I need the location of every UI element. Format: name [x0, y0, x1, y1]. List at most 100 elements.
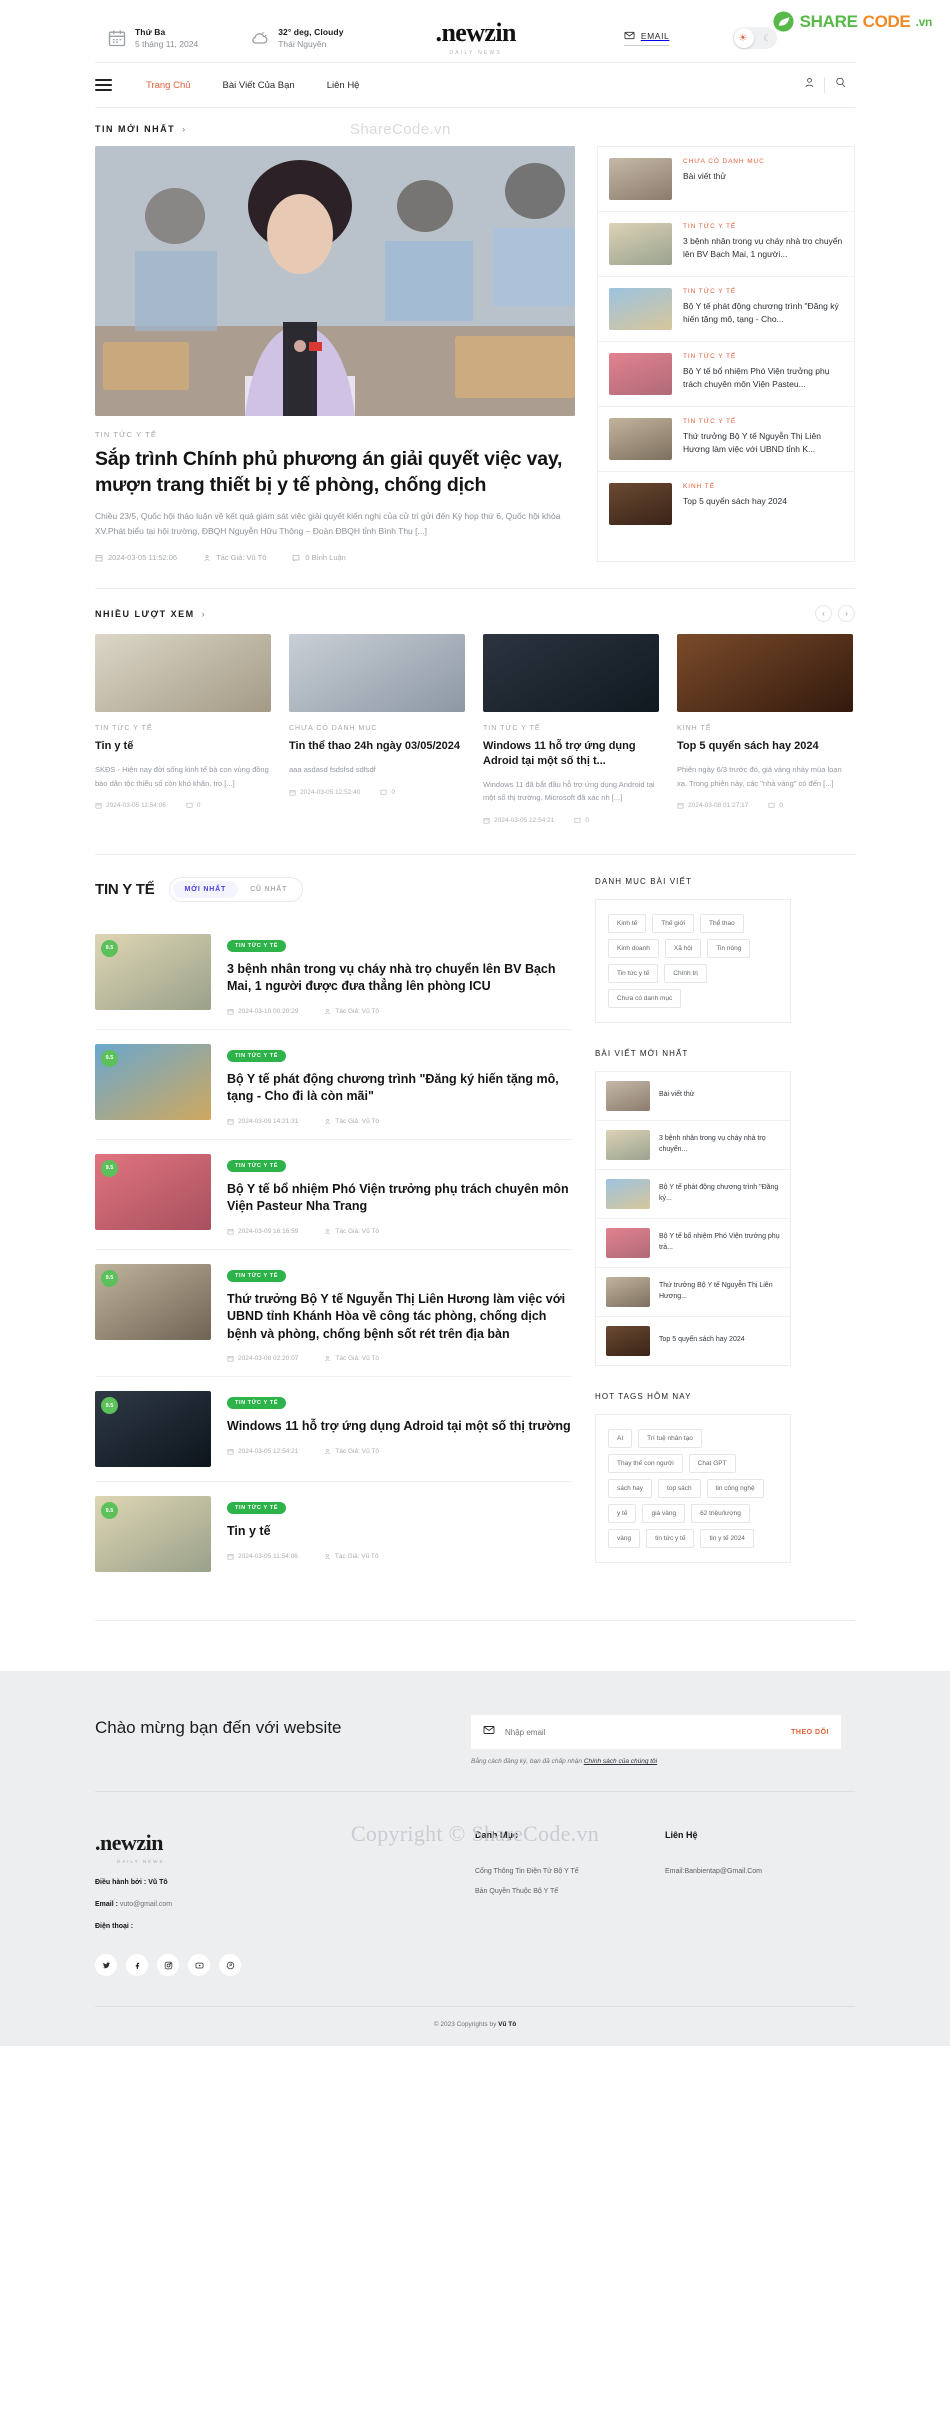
hero-article[interactable]: TIN TỨC Y TẾ Sắp trình Chính phủ phương … [95, 146, 575, 562]
sharecode-vn-text: .vn [915, 14, 933, 29]
card-date: 2024-03-05 12:52:40 [289, 789, 360, 796]
search-icon[interactable] [825, 76, 855, 94]
email-link[interactable]: EMAIL [623, 30, 670, 46]
chip-category[interactable]: Kinh tế [608, 913, 647, 933]
card[interactable]: KINH TẾ Top 5 quyển sách hay 2024 Phiên … [677, 634, 853, 824]
chip-tag[interactable]: giá vàng [642, 1503, 686, 1523]
status-badge: TIN TỨC Y TẾ [227, 1397, 287, 1410]
chevron-right-icon[interactable]: › [202, 609, 205, 619]
chip-tag[interactable]: tin công nghệ [706, 1478, 764, 1498]
sharecode-code-text: CODE [862, 11, 911, 31]
table-row[interactable]: 9.5 TIN TỨC Y TẾ Bộ Y tế phát động chươn… [95, 1030, 571, 1140]
article-thumbnail: 9.5 [95, 1263, 211, 1340]
list-item[interactable]: CHƯA CÓ DANH MỤC Bài viết thử [598, 147, 854, 212]
chip-tag[interactable]: 62 triệu/lượng [691, 1503, 750, 1523]
table-row[interactable]: 9.5 TIN TỨC Y TẾ Thứ trưởng Bộ Y tế Nguy… [95, 1250, 571, 1378]
nav-item-home[interactable]: Trang Chủ [146, 80, 191, 91]
facebook-icon[interactable] [126, 1954, 148, 1977]
cloud-icon [250, 28, 270, 48]
chip-category[interactable]: Xã hội [664, 938, 702, 958]
chip-category[interactable]: Thể thao [700, 913, 744, 933]
tab-oldest[interactable]: CŨ NHẤT [238, 881, 299, 898]
thumbnail [606, 1227, 650, 1258]
chip-category[interactable]: Thế giới [652, 913, 695, 933]
section-title-popular: NHIỀU LƯỢT XEM [95, 608, 195, 619]
chip-tag[interactable]: Thay thế con người [608, 1453, 683, 1473]
email-input[interactable] [505, 1727, 792, 1737]
list-item-title: Top 5 quyển sách hay 2024 [659, 1336, 745, 1344]
chip-tag[interactable]: Chat GPT [688, 1453, 736, 1473]
instagram-icon[interactable] [157, 1954, 179, 1977]
hero-title[interactable]: Sắp trình Chính phủ phương án giải quyết… [95, 447, 575, 498]
menu-icon[interactable] [95, 79, 112, 91]
chip-tag[interactable]: sách hay [608, 1478, 653, 1498]
table-row[interactable]: 9.5 TIN TỨC Y TẾ Tin y tế 2024-03-05 11:… [95, 1482, 571, 1586]
score-badge: 9.5 [101, 1159, 118, 1177]
top-bar: Thứ Ba 5 tháng 11, 2024 32° deg, Cloudy … [95, 0, 855, 62]
user-icon[interactable] [794, 76, 824, 94]
chip-tag[interactable]: Trí tuệ nhân tạo [638, 1428, 702, 1448]
list-item[interactable]: KINH TẾ Top 5 quyển sách hay 2024 [598, 472, 854, 536]
hero-author: Tác Giả: Vũ Tô [203, 553, 266, 562]
pinterest-icon[interactable] [219, 1954, 241, 1977]
health-section: TIN Y TẾ MỚI NHẤT CŨ NHẤT 9.5 TIN TỨC Y … [95, 855, 855, 1587]
chevron-right-icon[interactable]: › [182, 124, 185, 134]
chip-category[interactable]: Chính trị [664, 963, 707, 983]
list-item[interactable]: TIN TỨC Y TẾ Bộ Y tế bổ nhiệm Phó Viện t… [598, 342, 854, 407]
article-date: 2024-03-10 00:20:29 [227, 1008, 298, 1015]
carousel-next-button[interactable]: › [838, 605, 855, 623]
nav-item-your-posts[interactable]: Bài Viết Của Bạn [223, 80, 295, 91]
thumbnail [609, 158, 672, 200]
chip-category[interactable]: Tin tức y tế [608, 963, 659, 983]
table-row[interactable]: 9.5 TIN TỨC Y TẾ Windows 11 hỗ trợ ứng d… [95, 1377, 571, 1483]
email-label: EMAIL [640, 30, 670, 41]
twitter-icon[interactable] [95, 1954, 117, 1977]
section-header-latest: TIN MỚI NHẤT › ShareCode.vn [95, 108, 855, 146]
chip-tag[interactable]: top sách [658, 1478, 701, 1498]
carousel-prev-button[interactable]: ‹ [815, 605, 832, 623]
list-item[interactable]: 3 bệnh nhân trong vụ cháy nhà trọ chuyển… [596, 1119, 790, 1169]
footer-link[interactable]: Cổng Thông Tin Điện Tử Bộ Y Tế [475, 1868, 665, 1875]
chip-tag[interactable]: y tế [608, 1503, 637, 1523]
hero-excerpt: Chiều 23/5, Quốc hội thảo luận về kết qu… [95, 511, 561, 537]
list-item[interactable]: Top 5 quyển sách hay 2024 [596, 1315, 790, 1365]
subscribe-button[interactable]: THEO DÕI [791, 1729, 829, 1736]
footer-link[interactable]: Bản Quyền Thuộc Bộ Y Tế [475, 1888, 665, 1895]
health-header: TIN Y TẾ MỚI NHẤT CŨ NHẤT [95, 876, 571, 902]
policy-link[interactable]: Chính sách của chúng tôi [584, 1758, 657, 1765]
footer-brand: .newzin DAILY NEWS Điều hành bởi : Vũ Tô… [95, 1830, 475, 1977]
footer-operator: Điều hành bởi : Vũ Tô [95, 1879, 168, 1887]
list-item[interactable]: TIN TỨC Y TẾ Thứ trưởng Bộ Y tế Nguyễn T… [598, 407, 854, 472]
chip-tag[interactable]: vàng [608, 1528, 641, 1548]
calendar-small-icon [227, 1009, 234, 1015]
chip-tag[interactable]: tin tức y tế [646, 1528, 695, 1548]
chip-tag[interactable]: tin y tế 2024 [700, 1528, 754, 1548]
tab-newest[interactable]: MỚI NHẤT [172, 880, 239, 898]
footer-link[interactable]: Email:Banbientap@Gmail.Com [665, 1868, 855, 1875]
footer-column-danhmuc: Danh Mục Cổng Thông Tin Điện Tử Bộ Y Tế … [475, 1830, 665, 1976]
list-item-title: Bài viết thử [683, 171, 727, 181]
list-item[interactable]: Bài viết thử [596, 1070, 790, 1120]
status-badge: TIN TỨC Y TẾ [227, 1502, 287, 1515]
calendar-small-icon [677, 803, 684, 809]
chip-tag[interactable]: AI [608, 1428, 633, 1448]
card[interactable]: CHƯA CÓ DANH MỤC Tin thể thao 24h ngày 0… [289, 634, 465, 824]
tags-box: AI Trí tuệ nhân tạo Thay thế con người C… [595, 1413, 791, 1563]
chip-category[interactable]: Chưa có danh mục [608, 988, 682, 1008]
list-item[interactable]: Bộ Y tế bổ nhiệm Phó Viện trưởng phụ trà… [596, 1217, 790, 1267]
list-item[interactable]: Bộ Y tế phát động chương trình "Đăng ký.… [596, 1168, 790, 1218]
status-badge: TIN TỨC Y TẾ [227, 1269, 287, 1282]
site-logo[interactable]: .newzin DAILY NEWS [436, 20, 517, 57]
youtube-icon[interactable] [188, 1954, 210, 1977]
list-item[interactable]: TIN TỨC Y TẾ 3 bệnh nhân trong vụ cháy n… [598, 212, 854, 277]
chip-category[interactable]: Kinh doanh [608, 938, 659, 958]
nav-item-contact[interactable]: Liên Hệ [327, 80, 360, 91]
list-item[interactable]: TIN TỨC Y TẾ Bộ Y tế phát động chương tr… [598, 277, 854, 342]
card[interactable]: TIN TỨC Y TẾ Tin y tế SKĐS - Hiện nay đờ… [95, 634, 271, 824]
list-item[interactable]: Thứ trưởng Bộ Y tế Nguyễn Thị Liên Hương… [596, 1266, 790, 1316]
chip-category[interactable]: Tin nóng [707, 938, 751, 958]
article-thumbnail: 9.5 [95, 1043, 211, 1120]
table-row[interactable]: 9.5 TIN TỨC Y TẾ 3 bệnh nhân trong vụ ch… [95, 920, 571, 1030]
table-row[interactable]: 9.5 TIN TỨC Y TẾ Bộ Y tế bổ nhiệm Phó Vi… [95, 1140, 571, 1250]
card[interactable]: TIN TỨC Y TẾ Windows 11 hỗ trợ ứng dụng … [483, 634, 659, 824]
